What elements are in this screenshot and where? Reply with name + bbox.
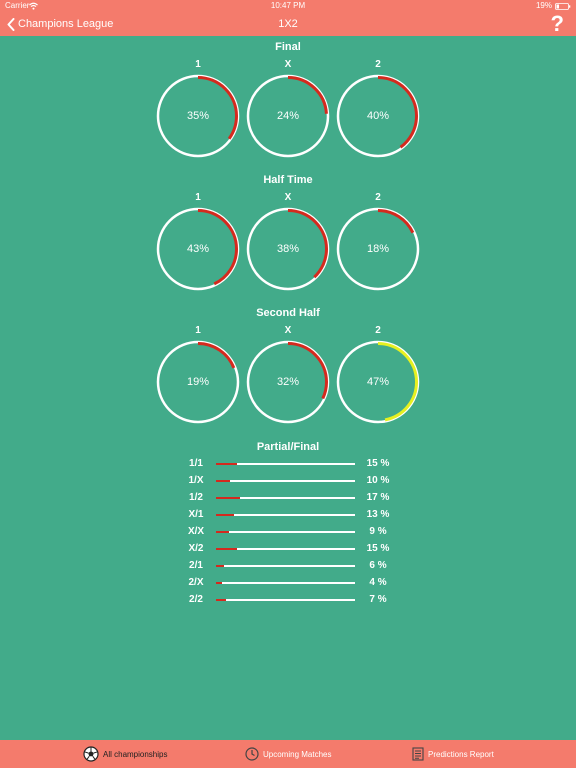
- row-value: 4 %: [369, 577, 387, 588]
- bar-fill: [216, 581, 222, 584]
- bar-track: [216, 496, 355, 499]
- outcome-label: 1: [195, 325, 201, 336]
- bar-track: [216, 598, 355, 601]
- outcome-label: 2: [375, 325, 381, 336]
- row-label: 2/1: [189, 560, 203, 571]
- section-title: Final: [275, 41, 301, 53]
- partial-final-row: 2/2 7 %: [0, 594, 576, 611]
- nav-bar: Champions League 1X2 ?: [0, 12, 576, 36]
- tab-label: Upcoming Matches: [263, 749, 332, 759]
- gauge-value: 32%: [276, 376, 300, 388]
- partial-final-row: X/X 9 %: [0, 526, 576, 543]
- row-label: 1/X: [188, 475, 204, 486]
- bar-fill: [216, 479, 230, 482]
- outcome-label: 1: [195, 59, 201, 70]
- row-label: X/2: [188, 543, 204, 554]
- status-bar: Carrier 10:47 PM 19%: [0, 0, 576, 12]
- battery-icon: [555, 3, 571, 10]
- clock: 10:47 PM: [270, 1, 306, 10]
- partial-final-row: 2/1 6 %: [0, 560, 576, 577]
- bar-fill: [216, 462, 237, 465]
- probability-gauge: 43%: [156, 207, 240, 291]
- bar-track: [216, 513, 355, 516]
- bar-track: [216, 530, 355, 533]
- outcome-label: 2: [375, 59, 381, 70]
- row-value: 10 %: [366, 475, 390, 486]
- tab-upcoming-matches[interactable]: Upcoming Matches: [245, 740, 331, 768]
- bar-track: [216, 581, 355, 584]
- bar-track: [216, 547, 355, 550]
- row-label: 2/2: [189, 594, 203, 605]
- partial-final-row: X/2 15 %: [0, 543, 576, 560]
- report-icon: [412, 747, 424, 761]
- section-title: Half Time: [263, 174, 313, 186]
- row-label: 1/1: [189, 458, 203, 469]
- gauge-value: 24%: [276, 110, 300, 122]
- bar-fill: [216, 598, 226, 601]
- gauge-value: 38%: [276, 243, 300, 255]
- gauge-value: 18%: [366, 243, 390, 255]
- row-label: 1/2: [189, 492, 203, 503]
- probability-gauge: 18%: [336, 207, 420, 291]
- probability-gauge: 38%: [246, 207, 330, 291]
- partial-final-row: 2/X 4 %: [0, 577, 576, 594]
- partial-final-row: 1/1 15 %: [0, 458, 576, 475]
- help-icon[interactable]: ?: [551, 12, 564, 36]
- tab-predictions-report[interactable]: Predictions Report: [412, 740, 494, 768]
- row-label: 2/X: [188, 577, 204, 588]
- outcome-label: X: [284, 325, 292, 336]
- bar-fill: [216, 513, 234, 516]
- page-title: 1X2: [278, 18, 298, 30]
- probability-gauge: 35%: [156, 74, 240, 158]
- battery-percent: 19%: [535, 1, 552, 10]
- row-label: X/1: [188, 509, 204, 520]
- row-value: 6 %: [369, 560, 387, 571]
- tab-label: Predictions Report: [428, 749, 494, 759]
- probability-gauge: 24%: [246, 74, 330, 158]
- outcome-label: 1: [195, 192, 201, 203]
- probability-gauge: 47%: [336, 340, 420, 424]
- row-value: 13 %: [366, 509, 390, 520]
- row-label: X/X: [187, 526, 205, 537]
- row-value: 15 %: [366, 458, 390, 469]
- row-value: 7 %: [369, 594, 387, 605]
- outcome-label: X: [284, 59, 292, 70]
- probability-gauge: 19%: [156, 340, 240, 424]
- partial-final-row: 1/2 17 %: [0, 492, 576, 509]
- bar-track: [216, 564, 355, 567]
- tab-label: All championships: [103, 749, 168, 759]
- partial-final-row: 1/X 10 %: [0, 475, 576, 492]
- gauge-value: 35%: [186, 110, 210, 122]
- section-title: Second Half: [256, 307, 320, 319]
- bar-track: [216, 462, 355, 465]
- tab-bar: All championships Upcoming Matches Predi…: [0, 740, 576, 768]
- gauge-value: 40%: [366, 110, 390, 122]
- bar-fill: [216, 496, 240, 499]
- outcome-label: 2: [375, 192, 381, 203]
- bar-fill: [216, 530, 229, 533]
- row-value: 9 %: [369, 526, 387, 537]
- gauge-value: 43%: [186, 243, 210, 255]
- clock-icon: [245, 747, 259, 761]
- partial-final-row: X/1 13 %: [0, 509, 576, 526]
- bar-fill: [216, 564, 224, 567]
- soccer-ball-icon: [83, 746, 99, 762]
- row-value: 17 %: [366, 492, 390, 503]
- gauge-value: 19%: [186, 376, 210, 388]
- row-value: 15 %: [366, 543, 390, 554]
- gauge-value: 47%: [366, 376, 390, 388]
- probability-gauge: 32%: [246, 340, 330, 424]
- bar-track: [216, 479, 355, 482]
- outcome-label: X: [284, 192, 292, 203]
- bar-fill: [216, 547, 237, 550]
- partial-final-title: Partial/Final: [256, 441, 320, 453]
- tab-all-championships[interactable]: All championships: [83, 740, 167, 768]
- probability-gauge: 40%: [336, 74, 420, 158]
